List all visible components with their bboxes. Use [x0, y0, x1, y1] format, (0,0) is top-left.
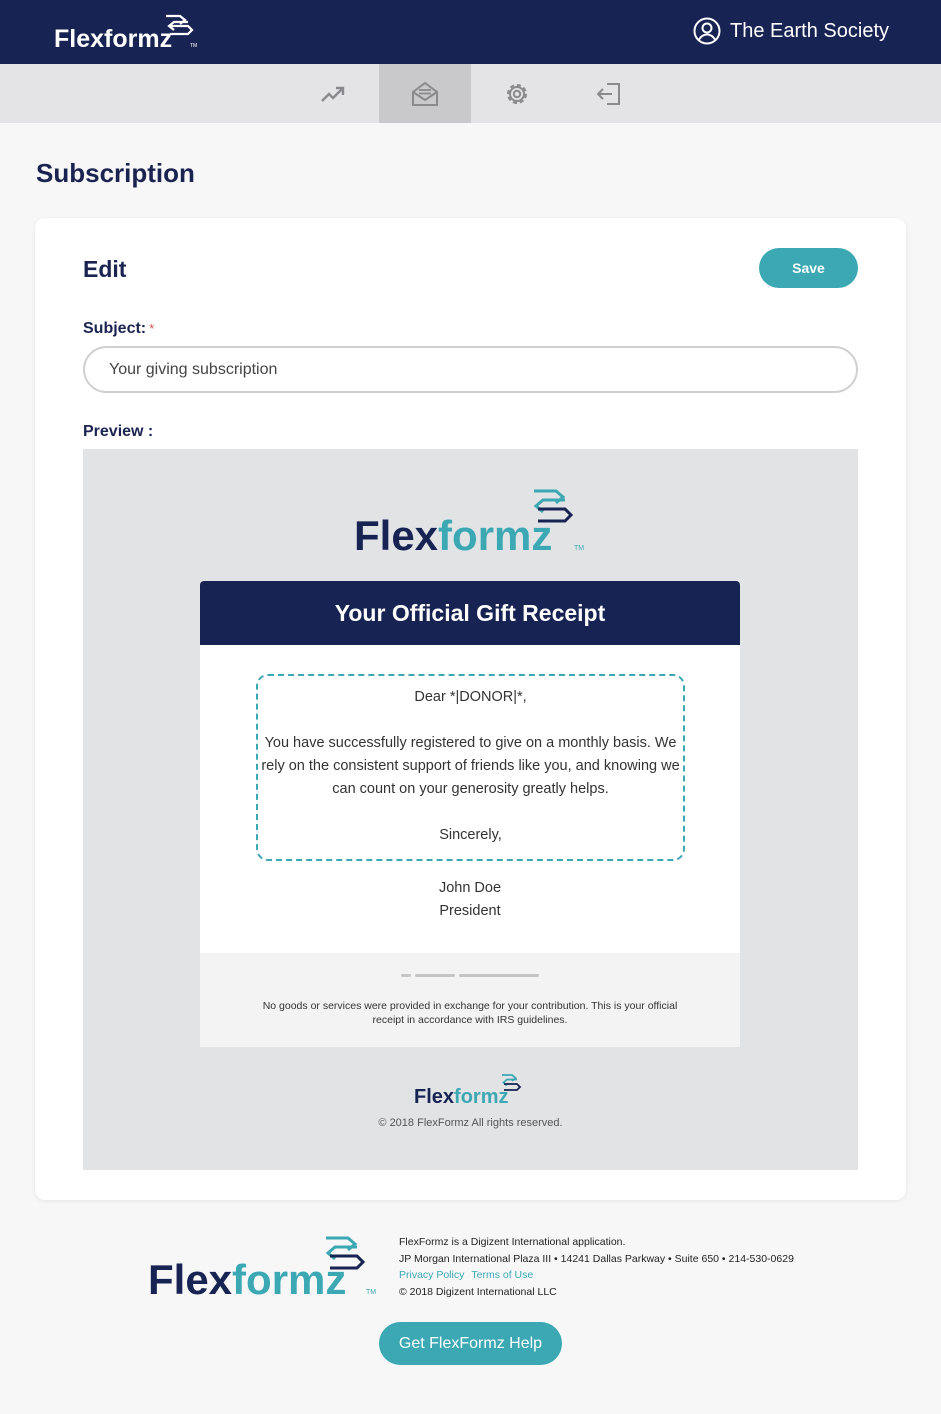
signature: John Doe President — [200, 877, 740, 923]
terms-of-use-link[interactable]: Terms of Use — [471, 1269, 533, 1281]
preview-footer-logo: Flexformz — [414, 1074, 522, 1107]
footer-copyright: © 2018 Digizent International LLC — [399, 1285, 557, 1298]
save-button[interactable]: Save — [759, 248, 858, 288]
top-bar: Flexformz TM The Earth Society — [0, 0, 941, 64]
footer-address: JP Morgan International Plaza III • 1424… — [399, 1252, 794, 1265]
divider-dashes — [401, 974, 543, 977]
greeting: Dear *|DONOR|*, — [414, 689, 527, 705]
irs-notice: No goods or services were provided in ex… — [262, 1000, 678, 1026]
receipt-title: Your Official Gift Receipt — [200, 581, 740, 645]
privacy-policy-link[interactable]: Privacy Policy — [399, 1269, 464, 1281]
subject-label-text: Subject: — [83, 320, 147, 337]
page-title: Subscription — [36, 158, 195, 188]
receipt-footer: No goods or services were provided in ex… — [200, 953, 740, 1047]
svg-text:TM: TM — [190, 43, 197, 49]
preview-logo: Flexformz TM — [354, 489, 584, 557]
signer-name: John Doe — [438, 880, 502, 896]
nav-settings[interactable] — [471, 64, 563, 123]
gift-receipt: Your Official Gift Receipt Dear *|DONOR|… — [200, 581, 740, 1047]
nav-email-templates[interactable] — [379, 64, 471, 123]
email-preview: Flexformz TM Your Official Gift Receipt … — [83, 449, 858, 1170]
svg-text:TM: TM — [366, 1289, 376, 1296]
letter-body: You have successfully registered to give… — [261, 735, 680, 797]
editable-letter-region[interactable]: Dear *|DONOR|*, You have successfully re… — [256, 674, 685, 861]
edit-card: Edit Save Subject:* Preview : Flexformz … — [35, 218, 906, 1200]
nav-logout[interactable] — [563, 64, 655, 123]
card-title: Edit — [83, 256, 127, 282]
required-marker: * — [149, 321, 155, 336]
subject-label: Subject: * — [83, 320, 154, 338]
svg-text:TM: TM — [574, 545, 584, 552]
footer-info: FlexFormz is a Digizent International ap… — [399, 1234, 794, 1300]
footer-logo: Flexformz TM — [148, 1236, 376, 1302]
user-avatar-icon — [693, 17, 721, 45]
organization-name: The Earth Society — [730, 19, 889, 42]
icon-nav — [0, 64, 941, 123]
nav-reports[interactable] — [287, 64, 379, 123]
envelope-open-icon — [412, 81, 438, 106]
footer-line-1: FlexFormz is a Digizent International ap… — [399, 1236, 626, 1248]
svg-text:Flexformz: Flexformz — [414, 1086, 508, 1107]
signer-title: President — [439, 903, 501, 919]
subject-input[interactable] — [83, 346, 858, 393]
closing: Sincerely, — [439, 827, 502, 843]
preview-copyright: © 2018 FlexFormz All rights reserved. — [378, 1117, 563, 1129]
svg-text:Flexformz: Flexformz — [148, 1256, 346, 1302]
preview-label: Preview : — [83, 423, 154, 440]
svg-text:Flexformz: Flexformz — [54, 25, 172, 52]
trending-up-icon — [321, 86, 345, 102]
get-help-button[interactable]: Get FlexFormz Help — [379, 1322, 562, 1365]
account-menu[interactable]: The Earth Society — [693, 17, 889, 45]
flexformz-logo[interactable]: Flexformz TM — [54, 12, 204, 52]
svg-text:Flexformz: Flexformz — [354, 512, 552, 557]
logout-icon — [596, 82, 620, 105]
gear-icon — [507, 83, 527, 104]
